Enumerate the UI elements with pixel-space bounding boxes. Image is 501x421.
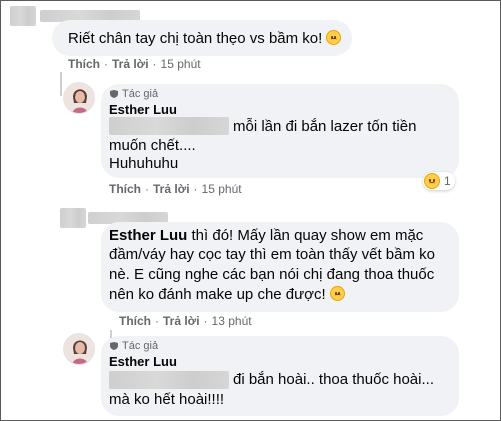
redacted-mention [109, 117, 229, 135]
author-badge-label: Tác giả [122, 88, 159, 100]
author-badge-label: Tác giả [122, 340, 159, 352]
author-badge-icon [110, 90, 118, 98]
comment-line-2: đầm/váy hay cọc tay thì em toàn thấy vết… [109, 246, 435, 263]
comment-line-3: Huhuhuhu [109, 155, 179, 172]
sad-face-icon [329, 286, 345, 301]
commenter-name[interactable]: Esther Luu [109, 102, 177, 117]
like-button[interactable]: Thích [68, 57, 100, 71]
mention-name[interactable]: Esther Luu [109, 227, 187, 244]
author-badge: Tác giả [109, 88, 158, 100]
author-badge-icon [110, 342, 118, 350]
separator: · [145, 182, 149, 196]
reaction-count: 1 [444, 174, 451, 188]
comment-text: Riết chân tay chị toàn thẹo vs bầm ko! [68, 28, 342, 49]
comment-line-1: Esther Luu thì đó! Mấy lần quay show em … [109, 225, 423, 246]
redacted-mention [109, 371, 229, 389]
avatar[interactable] [63, 333, 95, 365]
comment-line-2: mà ko hết hoài!!!! [109, 391, 225, 408]
timestamp[interactable]: 15 phút [161, 57, 201, 71]
like-button[interactable]: Thích [119, 314, 151, 328]
author-badge: Tác giả [109, 340, 158, 352]
reaction-summary[interactable]: 1 [423, 172, 455, 190]
comment-text-content: nên ko đánh make up che được! [109, 286, 326, 303]
comment-line-4: nên ko đánh make up che được! [109, 284, 345, 305]
separator: · [152, 57, 157, 71]
timestamp[interactable]: 13 phút [212, 314, 252, 328]
reply-button[interactable]: Trả lời [112, 57, 149, 71]
like-button[interactable]: Thích [109, 182, 141, 196]
avatar[interactable] [63, 82, 95, 114]
separator: · [104, 57, 108, 71]
reply-button[interactable]: Trả lời [153, 182, 190, 196]
sad-reaction-icon [424, 173, 440, 189]
comment-text-content: thì đó! Mấy lần quay show em mặc [191, 227, 424, 244]
thread-line [60, 72, 62, 96]
comment-actions: Thích · Trả lời · 15 phút [109, 182, 242, 196]
comment-actions: Thích · Trả lời · 13 phút [119, 314, 252, 328]
sad-face-icon [326, 30, 342, 45]
comment-line-1: đi bắn hoài.. thoa thuốc hoài... [233, 371, 434, 388]
comment-line-3: nè. E cũng nghe các bạn nói chị đang tho… [109, 266, 435, 283]
separator: · [155, 314, 159, 328]
commenter-name[interactable]: Esther Luu [109, 354, 177, 369]
redacted-avatar [60, 208, 86, 228]
comment-text-content: Riết chân tay chị toàn thẹo vs bầm ko! [68, 30, 323, 47]
separator: · [193, 182, 198, 196]
reply-button[interactable]: Trả lời [163, 314, 200, 328]
comment-line-1: mỗi lần đi bắn lazer tốn tiền [233, 118, 417, 135]
timestamp[interactable]: 15 phút [202, 182, 242, 196]
comment-actions: Thích · Trả lời · 15 phút [68, 57, 201, 71]
redacted-avatar [10, 6, 36, 26]
separator: · [203, 314, 208, 328]
